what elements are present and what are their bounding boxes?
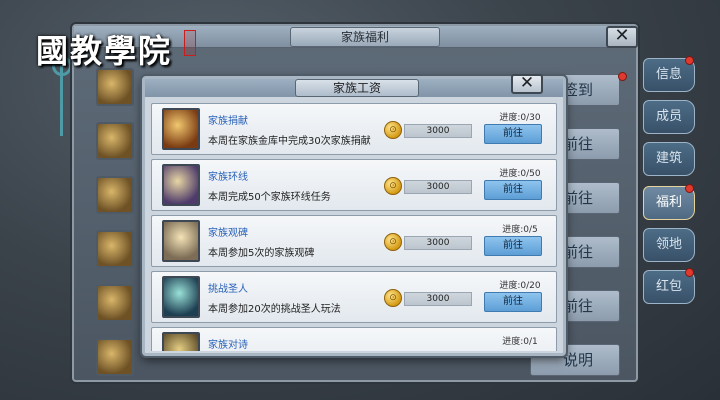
task-progress: 进度:0/1: [502, 337, 538, 347]
donation-icon: [162, 108, 200, 150]
scroll-quest-icon: [162, 164, 200, 206]
scroll-icon: [96, 176, 134, 214]
outer-window-title: 家族福利: [290, 27, 440, 47]
badge-dot-icon: [685, 268, 694, 277]
watermark-logo: 國教學院: [36, 32, 173, 70]
warrior-icon: [162, 276, 200, 318]
stele-icon: [162, 220, 200, 262]
go-button[interactable]: 前往: [484, 292, 542, 312]
task-desc: 本周参加5次的家族观碑: [208, 248, 315, 259]
coin-icon: ⊙: [384, 233, 402, 251]
inner-close-button[interactable]: ✕: [511, 74, 543, 94]
inner-window-title: 家族工资: [295, 79, 419, 97]
badge-dot-icon: [618, 72, 627, 81]
tools-icon: [96, 230, 134, 268]
task-desc: 本周在家族金库中完成30次家族捐献: [208, 136, 371, 147]
list-item: 家族对诗 进度:0/1: [151, 327, 557, 351]
go-button[interactable]: 前往: [484, 236, 542, 256]
task-progress: 进度:0/30: [499, 113, 541, 123]
reward-amount: 3000: [404, 236, 472, 250]
reward-amount: 3000: [404, 124, 472, 138]
task-progress: 进度:0/50: [499, 169, 541, 179]
task-desc: 本周参加20次的挑战圣人玩法: [208, 304, 341, 315]
book-icon: [96, 122, 134, 160]
go-button[interactable]: 前往: [484, 124, 542, 144]
list-item: 家族观碑 本周参加5次的家族观碑 ⊙ 3000 进度:0/5 前往: [151, 215, 557, 267]
task-name: 挑战圣人: [208, 284, 248, 295]
outer-left-icon-strip: [92, 62, 138, 380]
list-item: 挑战圣人 本周参加20次的挑战圣人玩法 ⊙ 3000 进度:0/20 前往: [151, 271, 557, 323]
seal-stamp: [184, 30, 196, 56]
coin-icon: ⊙: [384, 121, 402, 139]
pouch-icon: [96, 284, 134, 322]
task-list[interactable]: 家族捐献 本周在家族金库中完成30次家族捐献 ⊙ 3000 进度:0/30 前往…: [151, 101, 557, 351]
reward-amount: 3000: [404, 180, 472, 194]
task-desc: 本周完成50个家族环线任务: [208, 192, 331, 203]
tab-members[interactable]: 成员: [643, 100, 695, 134]
poem-icon: [162, 332, 200, 351]
tab-buildings[interactable]: 建筑: [643, 142, 695, 176]
coin-icon: ⊙: [384, 177, 402, 195]
coin-icon: ⊙: [384, 289, 402, 307]
badge-dot-icon: [685, 184, 694, 193]
outer-close-button[interactable]: ✕: [606, 26, 638, 48]
scroll-icon: [96, 68, 134, 106]
go-button[interactable]: 前往: [484, 180, 542, 200]
list-item: 家族环线 本周完成50个家族环线任务 ⊙ 3000 进度:0/50 前往: [151, 159, 557, 211]
list-item: 家族捐献 本周在家族金库中完成30次家族捐献 ⊙ 3000 进度:0/30 前往: [151, 103, 557, 155]
inner-window-header: 家族工资: [145, 79, 563, 97]
task-progress: 进度:0/20: [499, 281, 541, 291]
task-name: 家族捐献: [208, 116, 248, 127]
badge-dot-icon: [685, 56, 694, 65]
inner-window: 家族工资 家族捐献 本周在家族金库中完成30次家族捐献 ⊙ 3000 进度:0/…: [142, 76, 566, 356]
task-name: 家族对诗: [208, 340, 248, 351]
tab-territory[interactable]: 领地: [643, 228, 695, 262]
task-progress: 进度:0/5: [502, 225, 538, 235]
task-name: 家族环线: [208, 172, 248, 183]
task-name: 家族观碑: [208, 228, 248, 239]
flower-icon: [96, 338, 134, 376]
reward-amount: 3000: [404, 292, 472, 306]
